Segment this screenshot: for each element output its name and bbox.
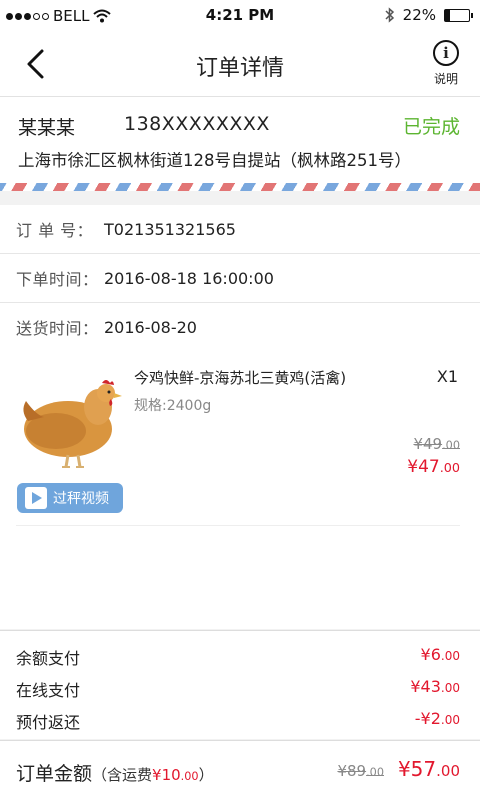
- total-original-amount: ¥89.00: [337, 762, 384, 780]
- balance-amount-main: ¥6: [420, 645, 441, 664]
- recipient-phone: 138XXXXXXXX: [124, 113, 270, 135]
- price-main: ¥47: [407, 457, 440, 477]
- play-icon: [25, 487, 47, 509]
- balance-payment-row: 余额支付 ¥6.00: [0, 639, 480, 671]
- prepay-refund-label: 预付返还: [16, 713, 81, 732]
- balance-payment-label: 余额支付: [16, 649, 81, 668]
- shipping-suffix: ）: [198, 766, 214, 784]
- order-time-label: 下单时间：: [16, 270, 99, 289]
- help-button[interactable]: i 说明: [426, 40, 466, 87]
- original-price-decimal: .00: [442, 439, 460, 452]
- product-original-price: ¥49.00: [413, 435, 460, 453]
- product-divider: [16, 525, 460, 526]
- battery-icon: [444, 8, 473, 22]
- delivery-time-row: 送货时间： 2016-08-20: [0, 303, 480, 352]
- online-payment-row: 在线支付 ¥43.00: [0, 671, 480, 703]
- total-amount: ¥57.00: [398, 757, 460, 781]
- order-number-value: T021351321565: [104, 219, 236, 239]
- product-price: ¥47.00: [407, 457, 460, 477]
- battery-percent: 22%: [402, 6, 436, 24]
- status-bar: BELL 4:21 PM 22%: [0, 0, 480, 32]
- prepay-refund-amount: -¥2.00: [415, 709, 460, 728]
- product-item[interactable]: 今鸡快鲜-京海苏北三黄鸡(活禽) X1 规格:2400g ¥49.00 ¥47.…: [0, 351, 480, 629]
- status-right: 22%: [385, 6, 473, 24]
- shipping-amount-main: ¥10: [152, 766, 181, 784]
- online-payment-amount: ¥43.00: [410, 677, 460, 696]
- info-icon: i: [433, 40, 459, 66]
- weigh-video-button[interactable]: 过秤视频: [17, 483, 123, 513]
- original-price-main: ¥49: [413, 435, 443, 453]
- weigh-video-label: 过秤视频: [53, 491, 109, 507]
- order-total-label: 订单金额（含运费¥10.00）: [16, 759, 214, 786]
- shipping-prefix: （含运费: [92, 766, 153, 784]
- refund-amount-main: -¥2: [414, 709, 441, 728]
- online-amount-decimal: .00: [440, 681, 460, 695]
- balance-amount-decimal: .00: [440, 649, 460, 663]
- total-amount-decimal: .00: [436, 762, 460, 780]
- total-original-decimal: .00: [366, 766, 384, 779]
- nav-bar: 订单详情 i 说明: [0, 32, 480, 97]
- online-amount-main: ¥43: [410, 677, 441, 696]
- help-label: 说明: [433, 72, 458, 86]
- order-time-value: 2016-08-18 16:00:00: [104, 268, 274, 288]
- bluetooth-icon: [385, 7, 394, 23]
- delivery-time-label: 送货时间：: [16, 319, 99, 338]
- product-quantity: X1: [436, 367, 458, 386]
- price-decimal: .00: [439, 461, 460, 476]
- order-status: 已完成: [402, 116, 460, 138]
- order-time-row: 下单时间： 2016-08-18 16:00:00: [0, 254, 480, 303]
- order-number-label: 订 单 号：: [16, 221, 94, 240]
- order-total-bar: 订单金额（含运费¥10.00） ¥89.00 ¥57.00: [0, 740, 480, 801]
- total-amount-main: ¥57: [397, 757, 437, 781]
- balance-payment-amount: ¥6.00: [421, 645, 460, 664]
- total-label-text: 订单金额: [16, 763, 93, 785]
- recipient-card: 某某某 138XXXXXXXX 已完成 上海市徐汇区枫林街道128号自提站（枫林…: [0, 97, 480, 183]
- delivery-time-value: 2016-08-20: [104, 317, 197, 337]
- order-number-row: 订 单 号： T021351321565: [0, 205, 480, 254]
- order-info: 订 单 号： T021351321565 下单时间： 2016-08-18 16…: [0, 205, 480, 352]
- recipient-name: 某某某: [18, 117, 76, 139]
- recipient-address: 上海市徐汇区枫林街道128号自提站（枫林路251号）: [18, 151, 411, 170]
- shipping-fee: （含运费¥10.00）: [92, 766, 214, 784]
- payment-summary: 余额支付 ¥6.00 在线支付 ¥43.00 预付返还 -¥2.00: [0, 630, 480, 739]
- shipping-amount-decimal: .00: [180, 770, 199, 783]
- product-spec: 规格:2400g: [134, 398, 212, 414]
- total-original-main: ¥89: [337, 762, 367, 780]
- envelope-stripe: [0, 183, 480, 191]
- online-payment-label: 在线支付: [16, 681, 81, 700]
- page-title: 订单详情: [195, 56, 284, 81]
- prepay-refund-row: 预付返还 -¥2.00: [0, 703, 480, 735]
- product-name: 今鸡快鲜-京海苏北三黄鸡(活禽): [134, 369, 347, 387]
- refund-amount-decimal: .00: [440, 713, 460, 727]
- chicken-image: [23, 380, 122, 468]
